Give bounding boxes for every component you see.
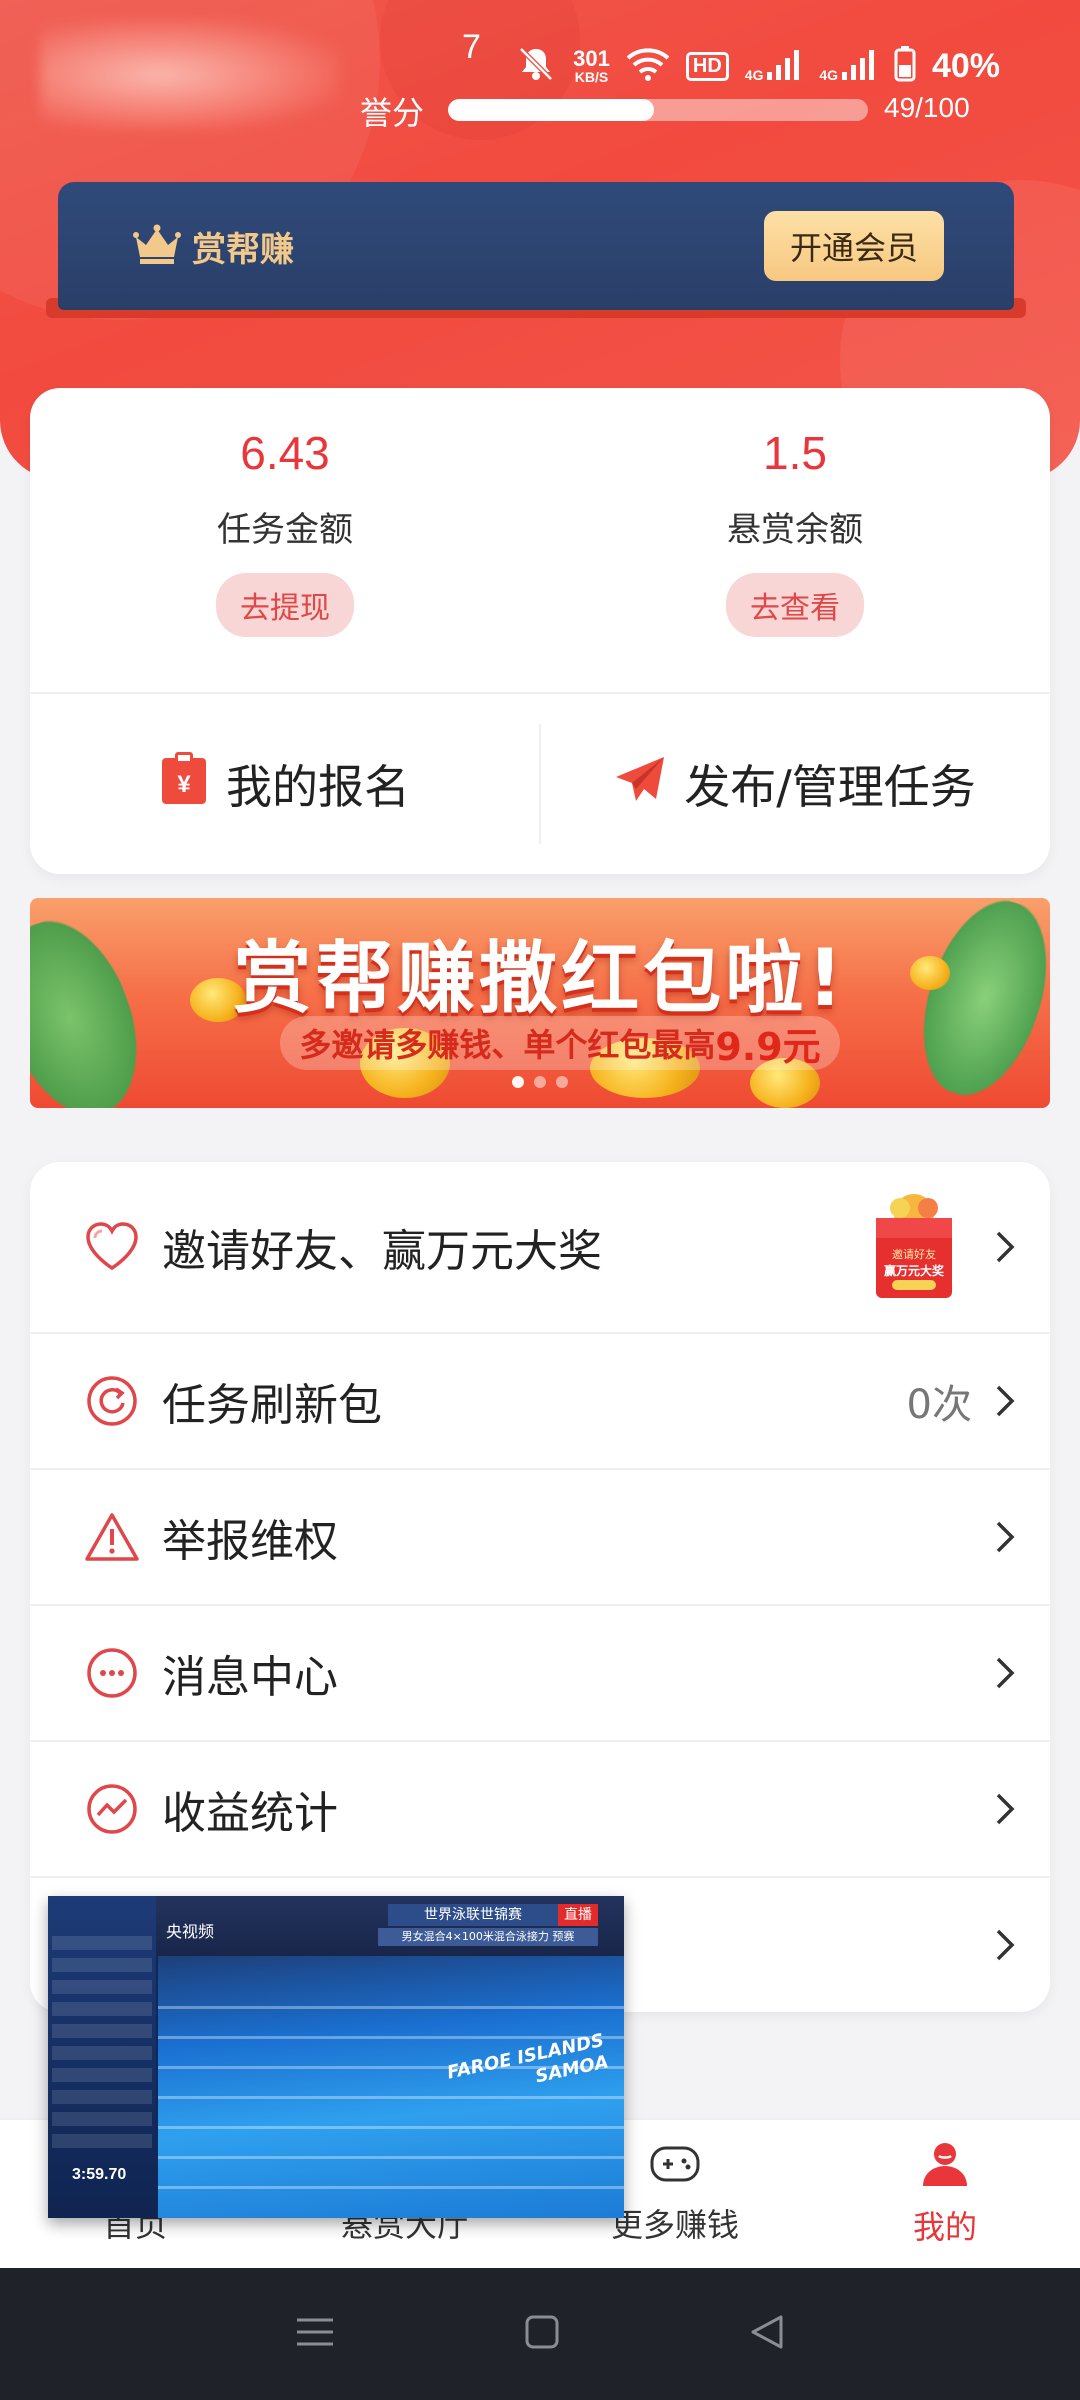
open-membership-button[interactable]: 开通会员 xyxy=(763,211,944,281)
wifi-icon xyxy=(626,46,670,87)
video-event-subtitle: 男女混合4×100米混合泳接力 预赛 xyxy=(378,1928,598,1946)
network-speed: 301 KB/S xyxy=(573,46,610,85)
battery-icon xyxy=(894,45,916,87)
battery-percent: 40% xyxy=(931,46,1000,85)
chevron-right-icon xyxy=(990,1789,1020,1829)
floating-video-player[interactable]: 央视频 世界泳联世锦赛 男女混合4×100米混合泳接力 预赛 直播 FAROE … xyxy=(48,1896,624,2218)
video-channel-logo: 央视频 xyxy=(166,1922,215,1941)
crown-icon xyxy=(132,223,182,269)
hd-badge: HD xyxy=(685,51,729,81)
report-label: 举报维权 xyxy=(162,1516,338,1567)
messages-label: 消息中心 xyxy=(162,1652,338,1703)
menu-item-report[interactable]: 举报维权 xyxy=(30,1470,1050,1606)
reputation-value: 49/100 xyxy=(884,92,970,123)
stats-card: 6.43 任务金额 去提现 1.5 悬赏余额 去查看 ¥ 我的报名 发布/管理任… xyxy=(30,388,1050,874)
system-navigation-bar xyxy=(0,2268,1080,2400)
task-amount-label: 任务金额 xyxy=(217,510,353,550)
clipboard-yen-icon: ¥ xyxy=(160,751,208,817)
reputation-progress xyxy=(448,99,868,121)
vip-brand: 赏帮赚 xyxy=(192,229,294,270)
warning-icon xyxy=(84,1509,140,1565)
status-bar: 301 KB/S HD 4G 4G 40% xyxy=(515,42,1000,90)
invite-label: 邀请好友、赢万元大奖 xyxy=(162,1226,602,1277)
chat-bubble-icon xyxy=(84,1645,140,1701)
chevron-right-icon xyxy=(990,1227,1020,1267)
live-badge: 直播 xyxy=(558,1904,598,1926)
svg-text:¥: ¥ xyxy=(177,771,191,798)
banner-indicator xyxy=(512,1076,568,1088)
menu-list: 邀请好友、赢万元大奖 邀请好友 赢万元大奖 任务刷新包 0次 举报维权 消息中心… xyxy=(30,1162,1050,2012)
chevron-right-icon xyxy=(990,1381,1020,1421)
video-time: 3:59.70 xyxy=(72,2166,127,2183)
menu-item-refresh[interactable]: 任务刷新包 0次 xyxy=(30,1334,1050,1470)
menu-item-earnings[interactable]: 收益统计 xyxy=(30,1742,1050,1878)
refresh-icon xyxy=(84,1373,140,1429)
vip-card[interactable]: 赏帮赚 开通会员 xyxy=(58,182,1014,310)
nav-mine[interactable]: 我的 xyxy=(810,2120,1080,2268)
signal-icon-2: 4G xyxy=(819,49,878,83)
chevron-right-icon xyxy=(990,1653,1020,1693)
trend-chart-icon xyxy=(84,1781,140,1837)
reward-balance-label: 悬赏余额 xyxy=(727,510,863,550)
heart-icon xyxy=(84,1219,140,1275)
paper-plane-icon xyxy=(614,755,666,814)
menu-item-invite[interactable]: 邀请好友、赢万元大奖 邀请好友 赢万元大奖 xyxy=(30,1162,1050,1334)
view-balance-button[interactable]: 去查看 xyxy=(726,573,864,637)
task-amount-stat: 6.43 任务金额 去提现 xyxy=(30,426,540,637)
banner-title: 赏帮赚撒红包啦! xyxy=(233,934,847,1024)
publish-manage-label: 发布/管理任务 xyxy=(684,760,976,814)
reputation-label: 誉分 xyxy=(360,94,425,132)
chevron-right-icon xyxy=(990,1517,1020,1557)
withdraw-button[interactable]: 去提现 xyxy=(216,573,354,637)
gamepad-icon xyxy=(649,2142,701,2190)
my-signup-button[interactable]: ¥ 我的报名 xyxy=(30,694,540,874)
banner-subtitle: 多邀请多赚钱、单个红包最高 9.9元 xyxy=(280,1016,840,1070)
refresh-label: 任务刷新包 xyxy=(162,1380,382,1431)
reward-balance-stat: 1.5 悬赏余额 去查看 xyxy=(540,426,1050,637)
my-signup-label: 我的报名 xyxy=(226,760,410,814)
back-icon[interactable] xyxy=(749,2314,785,2354)
red-packet-banner[interactable]: 赏帮赚撒红包啦! 多邀请多赚钱、单个红包最高 9.9元 xyxy=(30,898,1050,1108)
video-event-title: 世界泳联世锦赛 xyxy=(388,1904,558,1926)
reward-balance-value: 1.5 xyxy=(763,427,827,479)
publish-manage-button[interactable]: 发布/管理任务 xyxy=(540,694,1050,874)
menu-icon[interactable] xyxy=(295,2314,335,2354)
home-square-icon[interactable] xyxy=(524,2314,560,2354)
mute-bell-icon xyxy=(515,45,557,88)
earnings-label: 收益统计 xyxy=(162,1788,338,1839)
task-amount-value: 6.43 xyxy=(240,427,330,479)
avatar[interactable] xyxy=(40,20,340,130)
menu-item-messages[interactable]: 消息中心 xyxy=(30,1606,1050,1742)
user-id-fragment: 7 xyxy=(462,28,481,66)
chevron-right-icon xyxy=(990,1925,1020,1965)
user-icon xyxy=(919,2140,971,2192)
red-envelope-icon: 邀请好友 赢万元大奖 xyxy=(864,1192,964,1302)
signal-icon: 4G xyxy=(745,49,804,83)
refresh-count: 0次 xyxy=(906,1382,972,1428)
